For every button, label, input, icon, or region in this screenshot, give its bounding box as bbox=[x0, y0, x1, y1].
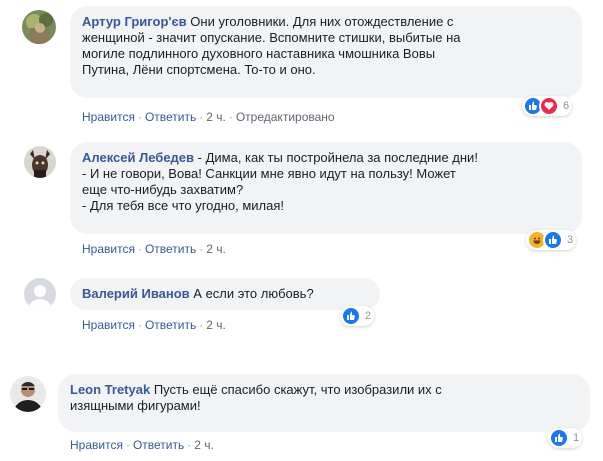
reactions-summary[interactable]: 2 bbox=[340, 306, 375, 326]
separator: · bbox=[199, 110, 204, 124]
like-reaction-icon bbox=[341, 306, 361, 326]
reaction-count: 1 bbox=[573, 432, 580, 444]
avatar-photo-icon bbox=[22, 10, 56, 44]
separator: · bbox=[137, 318, 142, 332]
avatar[interactable] bbox=[10, 376, 46, 412]
comment-bubble: Алексей Лебедев - Дима, как ты постройне… bbox=[70, 142, 582, 234]
reply-link[interactable]: Ответить bbox=[133, 438, 184, 452]
reply-link[interactable]: Ответить bbox=[145, 318, 196, 332]
avatar[interactable] bbox=[24, 146, 56, 178]
comment-bubble: Артур Григор'єв Они уголовники. Для них … bbox=[70, 6, 582, 98]
reactions-summary[interactable]: 3 bbox=[526, 230, 577, 250]
timestamp[interactable]: 2 ч. bbox=[206, 242, 226, 256]
comment-author[interactable]: Алексей Лебедев bbox=[82, 150, 194, 165]
separator: · bbox=[137, 242, 142, 256]
like-link[interactable]: Нравится bbox=[82, 242, 135, 256]
avatar-photo-icon bbox=[10, 376, 46, 412]
comment-actions: Нравится · Ответить · 2 ч. bbox=[82, 318, 226, 332]
comment-bubble: Валерий Иванов А если это любовь? bbox=[70, 278, 380, 310]
reaction-count: 3 bbox=[567, 234, 574, 246]
comment-author[interactable]: Артур Григор'єв bbox=[82, 14, 187, 29]
comment-text: А если это любовь? bbox=[193, 286, 314, 301]
avatar[interactable] bbox=[24, 278, 56, 310]
default-avatar-icon bbox=[24, 278, 56, 310]
reply-link[interactable]: Ответить bbox=[145, 242, 196, 256]
reaction-count: 6 bbox=[563, 100, 570, 112]
separator: · bbox=[137, 110, 142, 124]
edited-label[interactable]: Отредактировано bbox=[236, 110, 335, 124]
comment-author[interactable]: Валерий Иванов bbox=[82, 286, 190, 301]
separator: · bbox=[125, 438, 130, 452]
love-reaction-icon bbox=[539, 96, 559, 116]
separator: · bbox=[187, 438, 192, 452]
comment-author[interactable]: Leon Tretyak bbox=[70, 382, 150, 397]
separator: · bbox=[199, 318, 204, 332]
reply-link[interactable]: Ответить bbox=[145, 110, 196, 124]
like-reaction-icon bbox=[543, 230, 563, 250]
reactions-summary[interactable]: 1 bbox=[548, 428, 583, 448]
timestamp[interactable]: 2 ч. bbox=[206, 110, 226, 124]
like-link[interactable]: Нравится bbox=[82, 110, 135, 124]
comment-bubble: Leon Tretyak Пусть ещё спасибо скажут, ч… bbox=[58, 374, 590, 432]
separator: · bbox=[199, 242, 204, 256]
comment-actions: Нравится · Ответить · 2 ч. bbox=[82, 242, 226, 256]
reactions-summary[interactable]: 6 bbox=[522, 96, 573, 116]
timestamp[interactable]: 2 ч. bbox=[194, 438, 214, 452]
like-link[interactable]: Нравится bbox=[82, 318, 135, 332]
avatar-photo-icon bbox=[24, 146, 56, 178]
separator: · bbox=[228, 110, 233, 124]
like-reaction-icon bbox=[549, 428, 569, 448]
like-link[interactable]: Нравится bbox=[70, 438, 123, 452]
comment-actions: Нравится · Ответить · 2 ч. · Отредактировано bbox=[82, 110, 335, 124]
timestamp[interactable]: 2 ч. bbox=[206, 318, 226, 332]
reaction-count: 2 bbox=[365, 310, 372, 322]
avatar[interactable] bbox=[22, 10, 56, 44]
comment-actions: Нравится · Ответить · 2 ч. bbox=[70, 438, 214, 452]
